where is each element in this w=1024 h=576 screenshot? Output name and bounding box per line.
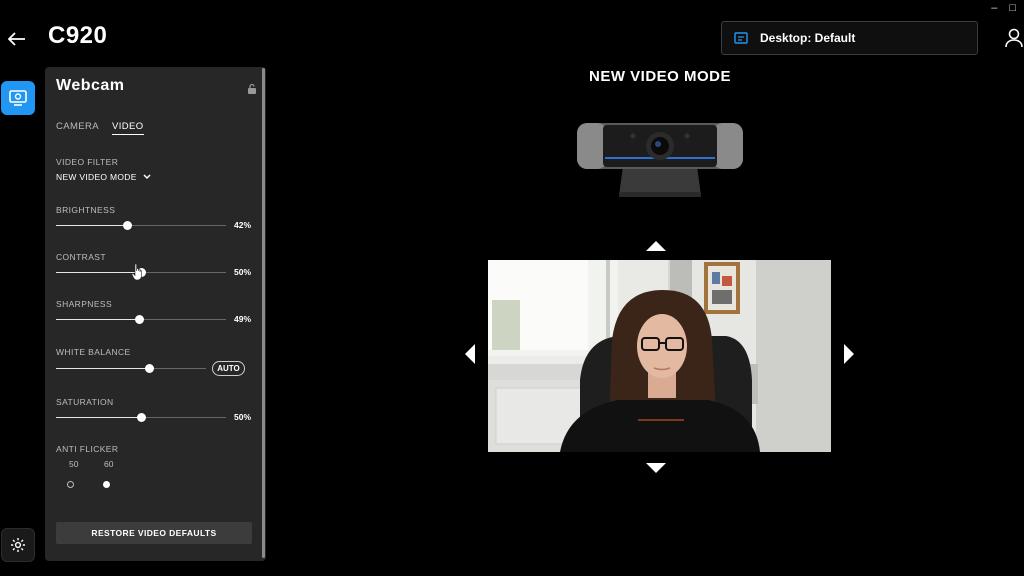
device-webcam-button[interactable] — [1, 81, 35, 115]
anti-flicker-radio-60[interactable] — [103, 481, 110, 488]
window-controls: – □ — [991, 2, 1016, 14]
video-filter-label: VIDEO FILTER — [56, 157, 119, 167]
contrast-label: CONTRAST — [56, 252, 106, 262]
gear-icon — [11, 538, 25, 552]
contrast-value: 50% — [233, 267, 251, 277]
slider-fill — [56, 319, 140, 320]
brightness-value: 42% — [233, 220, 251, 230]
sharpness-value: 49% — [233, 314, 251, 324]
desktop-profile-icon — [734, 32, 748, 44]
arrow-right-nav-icon[interactable] — [843, 343, 855, 365]
hand-cursor-icon — [131, 263, 142, 281]
brightness-slider[interactable] — [56, 221, 226, 231]
saturation-label: SATURATION — [56, 397, 114, 407]
lock-icon[interactable] — [247, 83, 257, 95]
slider-thumb[interactable] — [145, 364, 154, 373]
arrow-down-icon[interactable] — [645, 462, 667, 474]
panel-scrollbar[interactable] — [262, 68, 265, 558]
white-balance-slider[interactable] — [56, 364, 206, 374]
user-icon — [1005, 28, 1023, 48]
video-filter-dropdown[interactable]: NEW VIDEO MODE — [56, 172, 151, 182]
anti-flicker-option-60-label: 60 — [104, 459, 114, 469]
slider-thumb[interactable] — [135, 315, 145, 324]
page-title: C920 — [48, 22, 108, 49]
saturation-slider[interactable] — [56, 413, 226, 423]
tab-camera[interactable]: CAMERA — [56, 121, 99, 132]
video-filter-value: NEW VIDEO MODE — [56, 172, 137, 182]
slider-thumb[interactable] — [137, 413, 146, 422]
panel-title: Webcam — [56, 77, 125, 94]
white-balance-label: WHITE BALANCE — [56, 347, 131, 357]
mode-heading: NEW VIDEO MODE — [588, 68, 731, 85]
slider-fill — [56, 225, 128, 226]
restore-video-defaults-button[interactable]: RESTORE VIDEO DEFAULTS — [56, 522, 252, 544]
tab-video[interactable]: VIDEO — [112, 121, 144, 135]
slider-fill — [56, 417, 141, 418]
webcam-settings-panel: Webcam CAMERA VIDEO VIDEO FILTER NEW VID… — [45, 67, 266, 561]
sharpness-label: SHARPNESS — [56, 299, 113, 309]
sharpness-slider[interactable] — [56, 315, 226, 325]
slider-thumb[interactable] — [123, 221, 133, 230]
slider-fill — [56, 272, 141, 273]
saturation-value: 50% — [233, 412, 251, 422]
white-balance-auto-toggle[interactable]: AUTO — [212, 361, 245, 376]
back-button[interactable] — [6, 28, 28, 50]
settings-button[interactable] — [1, 528, 35, 562]
anti-flicker-label: ANTI FLICKER — [56, 444, 119, 454]
anti-flicker-option-50-label: 50 — [69, 459, 79, 469]
profile-selector[interactable]: Desktop: Default — [721, 21, 978, 55]
maximize-button[interactable]: □ — [1009, 2, 1016, 14]
camera-preview — [488, 260, 831, 452]
webcam-device-image — [577, 123, 743, 197]
webcam-icon — [9, 90, 27, 106]
arrow-up-icon[interactable] — [645, 240, 667, 252]
slider-fill — [56, 368, 149, 369]
arrow-left-icon — [8, 32, 25, 46]
account-button[interactable] — [1004, 27, 1024, 49]
brightness-label: BRIGHTNESS — [56, 205, 116, 215]
arrow-left-nav-icon[interactable] — [464, 343, 476, 365]
minimize-button[interactable]: – — [991, 2, 997, 14]
chevron-down-icon — [143, 174, 151, 180]
anti-flicker-radio-50[interactable] — [67, 481, 74, 488]
profile-name: Desktop: Default — [760, 31, 856, 45]
